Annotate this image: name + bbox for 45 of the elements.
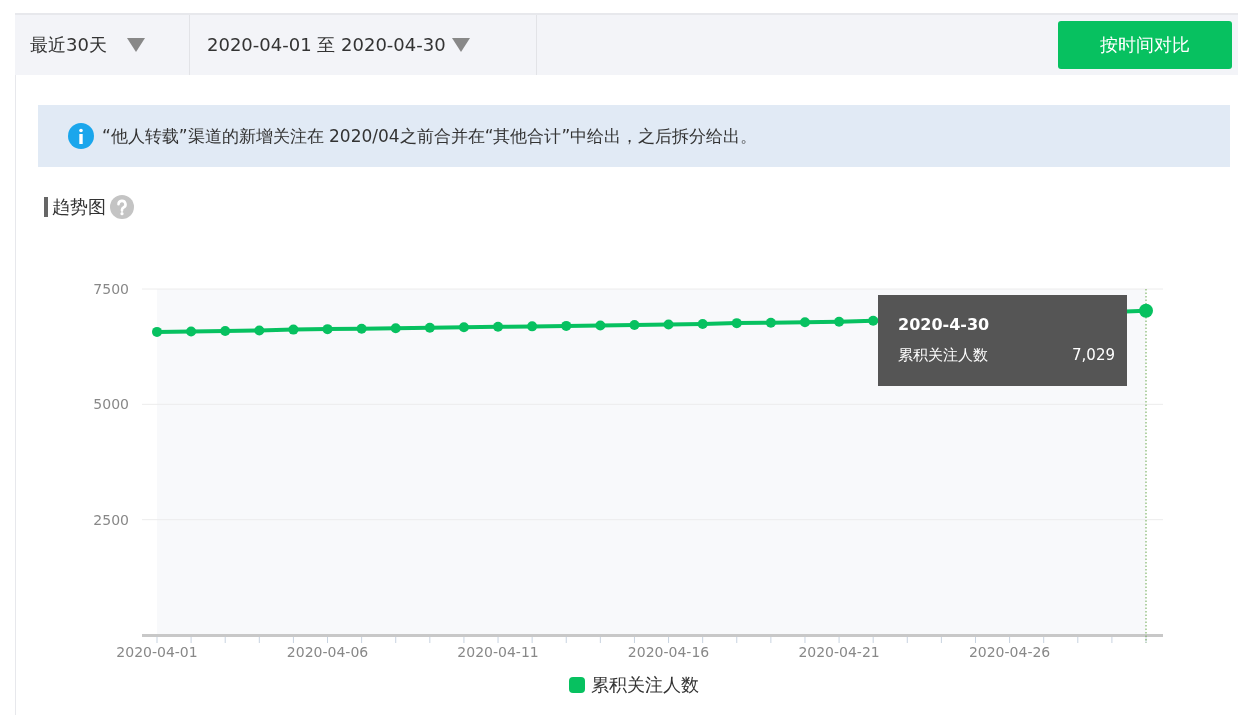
data-point (152, 326, 162, 337)
help-icon[interactable] (110, 195, 134, 219)
tooltip-date: 2020-4-30 (898, 315, 991, 334)
y-axis-label: 7500 (93, 281, 129, 297)
notice-text: “他人转载”渠道的新增关注在 2020/04之前合并在“其他合计”中给出，之后拆分给出。 (102, 124, 758, 148)
tooltip-series-label: 累积关注人数 (898, 346, 988, 365)
data-point (595, 320, 606, 331)
data-point (629, 320, 640, 330)
data-point (799, 317, 810, 328)
data-point (663, 319, 674, 330)
x-axis-label: 2020-04-16 (627, 644, 710, 660)
data-point (697, 319, 708, 330)
tooltip-value: 7,029 (1072, 346, 1115, 365)
data-point (356, 323, 367, 334)
data-point (288, 324, 299, 335)
x-axis-label: 2020-04-26 (968, 644, 1051, 660)
data-point (561, 320, 572, 331)
x-axis-label: 2020-04-01 (116, 644, 198, 660)
data-point (220, 326, 231, 336)
legend-label[interactable]: 累积关注人数 (591, 673, 699, 697)
data-point (186, 326, 197, 337)
data-point (322, 324, 333, 335)
data-point (1139, 303, 1153, 318)
date-range-select[interactable]: 2020-04-01 至 2020-04-30 (190, 15, 537, 75)
data-point (493, 321, 504, 332)
dropdown-caret-icon (451, 38, 470, 52)
data-point (424, 322, 435, 333)
dropdown-caret-icon (126, 38, 145, 52)
x-axis-label: 2020-04-11 (457, 644, 539, 660)
title-marker (44, 197, 48, 217)
data-point (731, 318, 742, 329)
x-axis-label: 2020-04-06 (286, 644, 369, 660)
y-axis-label: 2500 (93, 511, 129, 528)
data-point (765, 317, 776, 328)
data-point (254, 325, 265, 336)
x-axis-label: 2020-04-21 (798, 644, 880, 660)
data-point (834, 316, 845, 327)
y-axis-label: 5000 (93, 396, 129, 413)
section-title: 趋势图 (52, 195, 106, 219)
data-point (527, 321, 538, 332)
info-icon (68, 123, 94, 149)
data-point (458, 322, 469, 333)
data-point (390, 323, 401, 334)
data-point (868, 315, 879, 326)
period-select[interactable]: 最近30天 (15, 15, 190, 75)
